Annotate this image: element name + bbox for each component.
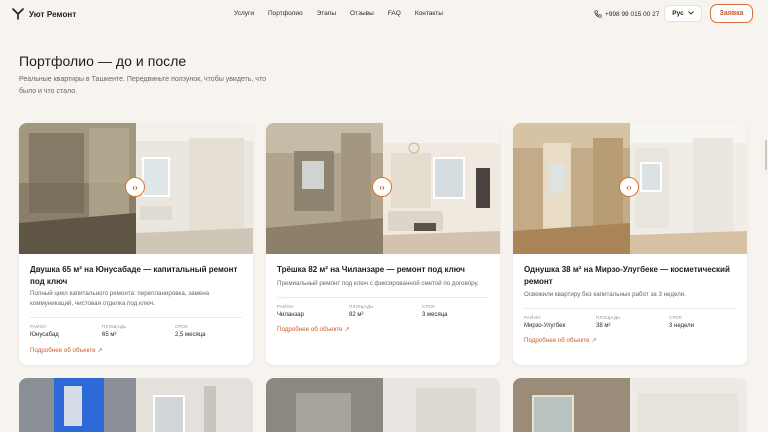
portfolio-card: ‹› Однушка 38 м² на Мирзо-Улугбеке — кос… [513,123,747,365]
card-description: Освежили квартиру без капитальных работ … [524,291,686,298]
nav-faq[interactable]: FAQ [388,10,401,17]
logo-icon [12,8,24,20]
nav-portfolio[interactable]: Портфолио [268,10,303,17]
nav-services[interactable]: Услуги [234,10,254,17]
stat-area: ПЛОЩАДЬ 82 м² [349,304,374,318]
page-subtitle: Реальные квартиры в Ташкенте. Передвиньт… [19,76,266,95]
site-header: Уют Ремонт Услуги Портфолио Этапы Отзывы… [0,0,768,28]
portfolio-card: ‹› Двушка 65 м² на Юнусабаде — капитальн… [19,123,253,365]
details-link[interactable]: Подробнее об объекте ↗ [30,347,103,354]
stat-term: СРОК 3 месяца [422,304,448,318]
phone-icon [594,10,602,18]
scrollbar-thumb[interactable] [765,140,767,170]
phone-link[interactable]: +998 99 015 00 27 [594,10,659,18]
nav-contacts[interactable]: Контакты [415,10,443,17]
portfolio-card [513,378,747,432]
card-title: Трёшка 82 м² на Чиланзаре — ремонт под к… [277,265,465,274]
card-description: Премиальный ремонт под ключ с фиксирован… [277,280,479,287]
chevron-down-icon [687,10,694,17]
card-title: Однушка 38 м² на Мирзо-Улугбеке — космет… [524,265,730,286]
before-after-image[interactable]: ‹› [266,123,500,254]
before-after-image[interactable]: ‹› [19,123,253,254]
card-description: Полный цикл капитального ремонта: перепл… [30,290,210,307]
details-link[interactable]: Подробнее об объекте ↗ [277,326,350,333]
stat-district: РАЙОН Мирзо-Улугбек [524,315,566,329]
divider [524,308,736,309]
details-link[interactable]: Подробнее об объекте ↗ [524,337,597,344]
stat-area: ПЛОЩАДЬ 65 м² [102,324,127,338]
portfolio-card: ‹› Трёшка 82 м² на Чиланзаре — ремонт по… [266,123,500,365]
main-nav: Услуги Портфолио Этапы Отзывы FAQ Контак… [234,10,457,17]
nav-reviews[interactable]: Отзывы [350,10,374,17]
slider-handle[interactable]: ‹› [372,177,392,197]
stat-area: ПЛОЩАДЬ 38 м² [596,315,621,329]
card-title: Двушка 65 м² на Юнусабаде — капитальный … [30,265,238,286]
brand-logo[interactable]: Уют Ремонт [12,8,76,20]
portfolio-card [19,378,253,432]
before-after-image[interactable]: ‹› [513,123,747,254]
before-after-image[interactable] [266,378,500,432]
stat-term: СРОК 3 недели [669,315,695,329]
stat-district: РАЙОН Юнусабад [30,324,59,338]
slider-handle[interactable]: ‹› [619,177,639,197]
before-after-image[interactable] [19,378,253,432]
divider [277,297,489,298]
nav-stages[interactable]: Этапы [317,10,336,17]
slider-handle[interactable]: ‹› [125,177,145,197]
brand-name: Уют Ремонт [29,9,77,19]
request-button[interactable]: Заявка [710,4,753,23]
language-label: Рус [672,10,684,17]
phone-number: +998 99 015 00 27 [605,10,660,18]
language-select[interactable]: Рус [664,5,702,22]
portfolio-card [266,378,500,432]
page-title: Портфолио — до и после [19,53,187,69]
stat-term: СРОК 2,5 месяца [175,324,206,338]
stat-district: РАЙОН Чиланзар [277,304,304,318]
divider [30,317,242,318]
before-after-image[interactable] [513,378,747,432]
